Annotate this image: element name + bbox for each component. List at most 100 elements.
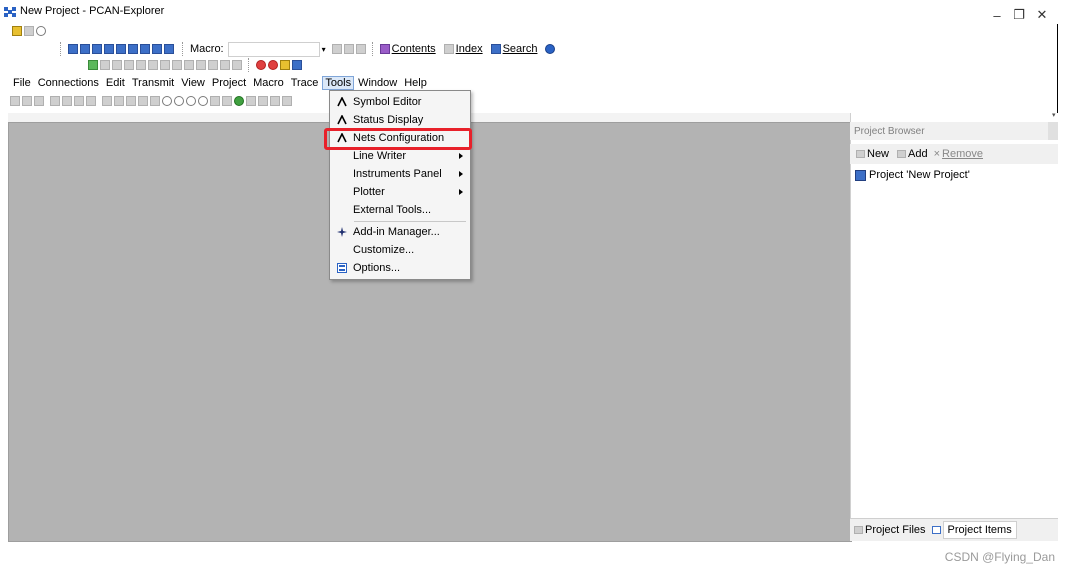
menu-item-plotter[interactable]: Plotter — [331, 183, 469, 201]
find-icon[interactable] — [172, 60, 182, 70]
format-icon[interactable] — [232, 60, 242, 70]
new-icon[interactable] — [12, 26, 22, 36]
menu-window[interactable]: Window — [355, 76, 400, 90]
submenu-arrow-icon — [459, 153, 463, 159]
macro-run-icon[interactable] — [331, 44, 342, 54]
trace-4-icon[interactable] — [86, 96, 96, 106]
menu-transmit[interactable]: Transmit — [129, 76, 177, 90]
pb-add-button[interactable]: Add — [908, 148, 928, 160]
bookmark-icon[interactable] — [196, 60, 206, 70]
menu-trace[interactable]: Trace — [288, 76, 322, 90]
window-title: New Project - PCAN-Explorer — [20, 5, 165, 17]
tab-project-items[interactable]: Project Items — [942, 521, 1017, 539]
panel-dropdown-icon[interactable]: ▾ — [1052, 111, 1056, 119]
copy-icon[interactable] — [112, 60, 122, 70]
trace-12-icon[interactable] — [246, 96, 256, 106]
time-2-icon[interactable] — [174, 96, 184, 106]
window-8-icon[interactable] — [152, 44, 162, 54]
indent-icon[interactable] — [208, 60, 218, 70]
trace-14-icon[interactable] — [270, 96, 280, 106]
menu-item-label: Symbol Editor — [353, 96, 422, 108]
macro-dropdown-icon[interactable]: ▾ — [322, 45, 326, 54]
index-link[interactable]: Index — [456, 43, 483, 55]
trace-8-icon[interactable] — [138, 96, 148, 106]
window-7-icon[interactable] — [140, 44, 150, 54]
about-icon[interactable] — [545, 44, 556, 54]
pb-remove-button[interactable]: Remove — [942, 148, 983, 160]
window-3-icon[interactable] — [92, 44, 102, 54]
menu-edit[interactable]: Edit — [103, 76, 128, 90]
menu-item-addin-manager[interactable]: Add-in Manager... — [331, 223, 469, 241]
time-1-icon[interactable] — [162, 96, 172, 106]
menu-item-options[interactable]: Options... — [331, 259, 469, 277]
menu-item-status-display[interactable]: Status Display — [331, 111, 469, 129]
trace-6-icon[interactable] — [114, 96, 124, 106]
record-icon[interactable] — [268, 60, 278, 70]
toolbar-grip[interactable] — [182, 42, 186, 56]
delete-icon[interactable] — [136, 60, 146, 70]
trace-9-icon[interactable] — [150, 96, 160, 106]
toolbar-grip[interactable] — [371, 42, 376, 56]
menu-item-customize[interactable]: Customize... — [331, 241, 469, 259]
window-4-icon[interactable] — [104, 44, 114, 54]
menu-item-label: Plotter — [353, 186, 385, 198]
search-link[interactable]: Search — [503, 43, 538, 55]
outdent-icon[interactable] — [220, 60, 230, 70]
window-2-icon[interactable] — [80, 44, 90, 54]
trace-15-icon[interactable] — [282, 96, 292, 106]
scrollbar[interactable] — [1057, 24, 1065, 114]
menu-macro[interactable]: Macro — [250, 76, 287, 90]
stop-red-icon[interactable] — [256, 60, 266, 70]
window-5-icon[interactable] — [116, 44, 126, 54]
menu-tools[interactable]: Tools — [322, 76, 355, 90]
symbols-icon[interactable] — [34, 96, 44, 106]
forward-icon[interactable] — [24, 26, 34, 36]
trace-13-icon[interactable] — [258, 96, 268, 106]
menu-help[interactable]: Help — [401, 76, 430, 90]
menu-view[interactable]: View — [178, 76, 208, 90]
pause-icon[interactable] — [280, 60, 290, 70]
macro-stop-icon[interactable] — [343, 44, 354, 54]
transmit-icon[interactable] — [22, 96, 32, 106]
menu-file[interactable]: File — [10, 76, 34, 90]
menu-item-instruments-panel[interactable]: Instruments Panel — [331, 165, 469, 183]
pb-new-button[interactable]: New — [867, 148, 889, 160]
project-items-icon — [931, 526, 941, 534]
project-tree-node[interactable]: Project 'New Project' — [855, 169, 970, 181]
menu-project[interactable]: Project — [209, 76, 249, 90]
trace-3-icon[interactable] — [74, 96, 84, 106]
menu-item-symbol-editor[interactable]: Symbol Editor — [331, 93, 469, 111]
connect-icon[interactable] — [292, 60, 302, 70]
panel-pin-icon[interactable] — [1048, 122, 1058, 140]
paste-icon[interactable] — [124, 60, 134, 70]
trace-7-icon[interactable] — [126, 96, 136, 106]
menu-item-external-tools[interactable]: External Tools... — [331, 201, 469, 219]
cut-icon[interactable] — [100, 60, 110, 70]
receive-icon[interactable] — [10, 96, 20, 106]
window-9-icon[interactable] — [164, 44, 174, 54]
toolbar-grip[interactable] — [60, 42, 64, 56]
replace-icon[interactable] — [184, 60, 194, 70]
tab-project-files[interactable]: Project Files — [865, 524, 926, 536]
trace-1-icon[interactable] — [50, 96, 60, 106]
toolbar-grip[interactable] — [248, 58, 252, 72]
contents-link[interactable]: Contents — [392, 43, 436, 55]
refresh-icon[interactable] — [36, 26, 46, 36]
project-icon — [855, 169, 866, 181]
macro-combobox[interactable] — [227, 41, 320, 57]
trace-10-icon[interactable] — [210, 96, 220, 106]
window-1-icon[interactable] — [68, 44, 78, 54]
check-icon[interactable] — [88, 60, 98, 70]
trace-run-icon[interactable] — [234, 96, 244, 106]
trace-2-icon[interactable] — [62, 96, 72, 106]
undo-icon[interactable] — [148, 60, 158, 70]
trace-5-icon[interactable] — [102, 96, 112, 106]
redo-icon[interactable] — [160, 60, 170, 70]
time-3-icon[interactable] — [186, 96, 196, 106]
menu-connections[interactable]: Connections — [35, 76, 102, 90]
macro-edit-icon[interactable] — [355, 44, 366, 54]
time-4-icon[interactable] — [198, 96, 208, 106]
menu-item-label: Line Writer — [353, 150, 406, 162]
trace-11-icon[interactable] — [222, 96, 232, 106]
window-6-icon[interactable] — [128, 44, 138, 54]
